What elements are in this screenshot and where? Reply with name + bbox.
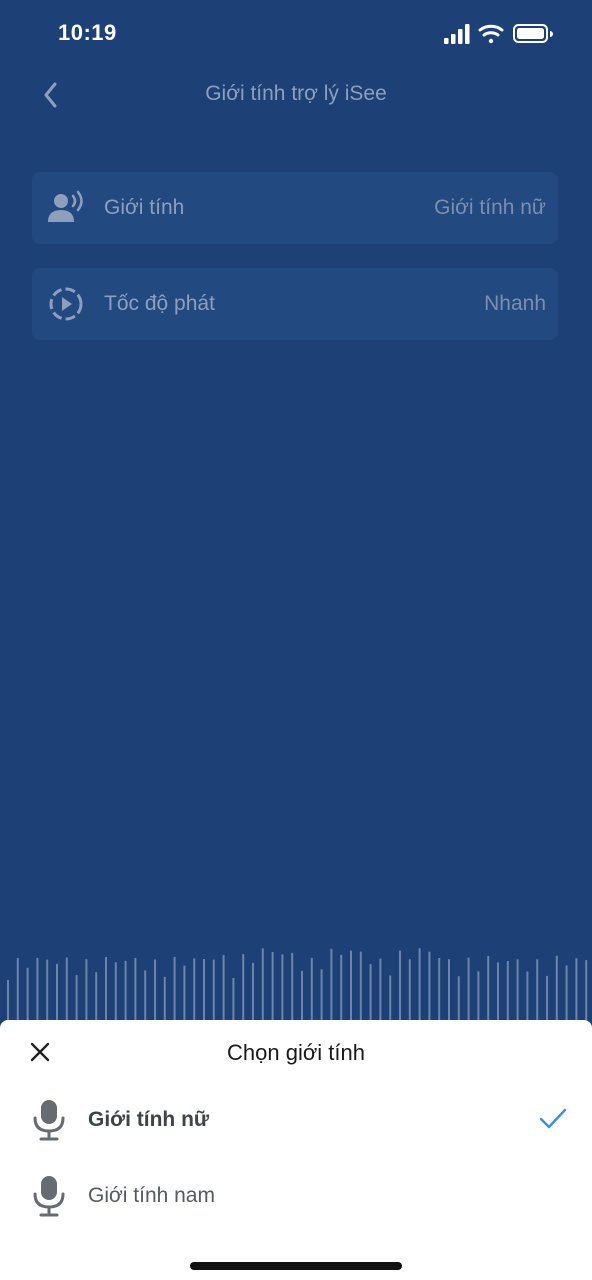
setting-value-gender: Giới tính nữ xyxy=(434,196,546,219)
battery-icon xyxy=(513,24,553,43)
setting-label-speed: Tốc độ phát xyxy=(104,292,215,315)
speaking-person-icon xyxy=(48,190,83,222)
signal-icon xyxy=(444,24,470,44)
screen: 10:19 Giới tính trợ lý iSee Giới tính Gi… xyxy=(0,0,592,1280)
play-circle-icon xyxy=(49,287,83,321)
microphone-icon xyxy=(33,1176,65,1217)
home-indicator xyxy=(190,1262,402,1270)
setting-value-speed: Nhanh xyxy=(484,292,546,315)
microphone-icon xyxy=(33,1100,65,1141)
option-female[interactable]: Giới tính nữ xyxy=(0,1086,592,1154)
setting-label-gender: Giới tính xyxy=(104,196,185,219)
setting-row-gender[interactable]: Giới tính Giới tính nữ xyxy=(32,172,558,244)
option-female-label: Giới tính nữ xyxy=(88,1108,210,1131)
status-icons xyxy=(444,24,553,44)
page-title: Giới tính trợ lý iSee xyxy=(205,82,387,105)
option-male[interactable]: Giới tính nam xyxy=(0,1162,592,1230)
gender-picker-sheet: Chọn giới tính Giới tính nữ Giới tính na… xyxy=(0,1020,592,1280)
checkmark-icon xyxy=(539,1108,567,1129)
status-time: 10:19 xyxy=(58,20,117,45)
setting-row-speed[interactable]: Tốc độ phát Nhanh xyxy=(32,268,558,340)
sheet-title: Chọn giới tính xyxy=(227,1040,365,1065)
option-male-label: Giới tính nam xyxy=(88,1184,215,1207)
wifi-icon xyxy=(478,24,504,44)
status-bar: 10:19 xyxy=(0,0,592,70)
waveform-decoration xyxy=(7,948,588,1020)
